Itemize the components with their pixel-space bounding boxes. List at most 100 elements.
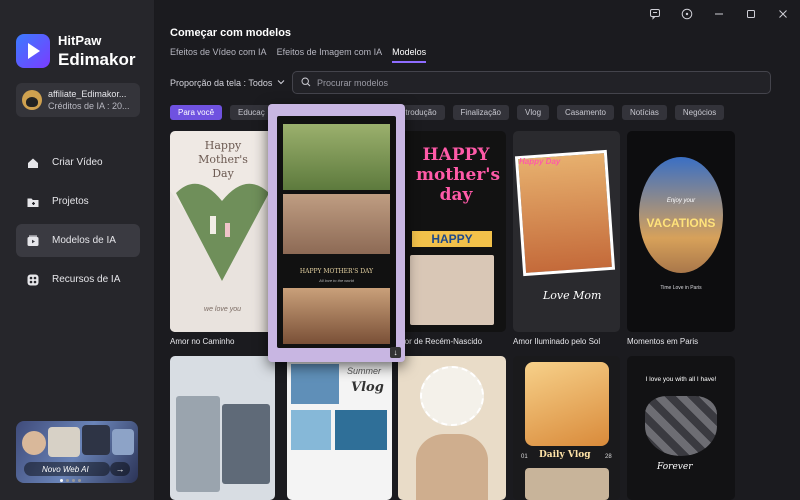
card-overlay-subtitle: Forever <box>657 462 693 472</box>
app-logo-icon <box>16 34 50 69</box>
minimize-icon[interactable] <box>710 6 728 22</box>
card-overlay-title: Summer <box>347 366 382 376</box>
chip-finalizacao[interactable]: Finalização <box>452 105 509 120</box>
tab-bar: Efeitos de Vídeo com IA Efeitos de Image… <box>170 47 427 63</box>
maximize-icon[interactable] <box>742 6 760 22</box>
template-card-recem-nascido[interactable]: HAPPY mother's day HAPPY <box>398 131 506 332</box>
avatar <box>22 90 42 110</box>
account-name: affiliate_Edimakor... <box>48 89 127 99</box>
template-thumbnail <box>283 288 390 344</box>
brand-name-line1: HitPaw <box>58 33 102 48</box>
sidebar-item-label: Projetos <box>52 196 89 207</box>
promo-label: Novo Web AI <box>24 462 110 476</box>
template-preview-hover[interactable]: HAPPY MOTHER'S DAY All love to the world… <box>268 104 405 362</box>
info-icon[interactable] <box>678 6 696 22</box>
template-thumbnail <box>291 364 339 404</box>
sidebar-item-projetos[interactable]: Projetos <box>16 185 140 218</box>
card-overlay-title: VACATIONS <box>646 216 716 230</box>
template-thumbnail <box>291 410 331 450</box>
card-overlay-caption: All love to the world <box>319 278 354 283</box>
card-overlay-title: Happy Mother's Day <box>198 139 248 180</box>
promo-thumbnail <box>82 425 110 455</box>
template-card-row2-3[interactable] <box>398 356 506 500</box>
chip-noticias[interactable]: Notícias <box>621 105 667 120</box>
ai-credits: Créditos de IA : 20... <box>48 101 130 111</box>
chevron-down-icon <box>277 78 285 88</box>
template-card-forever[interactable]: I love you with all I have! Forever <box>627 356 735 500</box>
template-thumbnail <box>283 194 390 254</box>
template-thumbnail <box>416 434 488 500</box>
ai-features-icon <box>26 273 40 287</box>
card-overlay-banner: HAPPY MOTHER'S DAY <box>299 268 374 275</box>
chip-para-voce[interactable]: Para você <box>170 105 223 120</box>
chip-educacao[interactable]: Educaç <box>230 105 273 120</box>
sidebar-nav: Criar Vídeo Projetos Modelos de IA Recur… <box>16 146 140 302</box>
template-title: Amor Iluminado pelo Sol <box>513 337 601 346</box>
download-icon[interactable]: ↓ <box>390 347 401 358</box>
search-icon <box>301 74 311 92</box>
promo-banner[interactable]: Novo Web AI → <box>16 421 138 483</box>
template-card-row2-1[interactable] <box>170 356 275 500</box>
card-overlay-subtitle: Love Mom <box>543 289 602 302</box>
template-thumbnail <box>176 396 220 492</box>
aspect-ratio-label: Proporção da tela : Todos <box>170 78 273 88</box>
feedback-icon[interactable] <box>646 6 664 22</box>
promo-thumbnail <box>22 431 46 455</box>
card-overlay-title: I love you with all I have! <box>645 376 717 383</box>
template-title: Amor no Caminho <box>170 337 235 346</box>
template-card-summer-vlog[interactable]: Summer Vlog <box>287 356 392 500</box>
card-overlay-title: Happy Day <box>519 157 561 166</box>
promo-thumbnail <box>112 429 134 455</box>
template-thumbnail <box>514 149 616 277</box>
template-card-amor-iluminado[interactable]: Happy Day Love Mom <box>513 131 620 332</box>
promo-thumbnail <box>48 427 80 457</box>
aspect-ratio-dropdown[interactable]: Proporção da tela : Todos <box>170 78 285 88</box>
card-overlay-subtitle: Time Love in Paris <box>660 285 702 291</box>
tab-efeitos-de-imagem[interactable]: Efeitos de Imagem com IA <box>277 47 383 63</box>
sidebar-item-recursos-de-ia[interactable]: Recursos de IA <box>16 263 140 296</box>
card-overlay-banner: HAPPY <box>412 231 492 247</box>
search-box[interactable] <box>292 71 771 94</box>
card-overlay-small: Enjoy your <box>666 198 696 204</box>
folder-icon <box>26 195 40 209</box>
template-preview-frame: HAPPY MOTHER'S DAY All love to the world <box>277 116 396 348</box>
sidebar: HitPaw Edimakor affiliate_Edimakor... Cr… <box>0 0 155 500</box>
window-controls <box>646 6 792 22</box>
tab-modelos[interactable]: Modelos <box>392 47 427 63</box>
tab-efeitos-de-video[interactable]: Efeitos de Vídeo com IA <box>170 47 267 63</box>
template-thumbnail <box>283 124 390 190</box>
category-chips: Para você Educaç Introdução Finalização … <box>170 105 725 120</box>
promo-arrow-button[interactable]: → <box>110 462 130 476</box>
template-thumbnail <box>420 366 484 426</box>
sidebar-item-label: Criar Vídeo <box>52 157 103 168</box>
template-thumbnail <box>410 255 494 325</box>
chip-negocios[interactable]: Negócios <box>674 105 725 120</box>
template-icon <box>26 234 40 248</box>
template-card-amor-no-caminho[interactable]: Happy Mother's Day we love you <box>170 131 275 332</box>
sidebar-item-label: Modelos de IA <box>52 235 116 246</box>
promo-pagination <box>60 479 81 482</box>
page-title: Começar com modelos <box>170 27 292 39</box>
sidebar-item-label: Recursos de IA <box>52 274 121 285</box>
template-card-momentos-em-paris[interactable]: Enjoy your VACATIONS Time Love in Paris <box>627 131 735 332</box>
brand-name-line2: Edimakor <box>58 49 136 69</box>
card-overlay-subtitle: Vlog <box>351 380 384 395</box>
template-thumbnail <box>222 404 270 484</box>
template-thumbnail <box>639 157 723 273</box>
template-title: mor de Recém-Nascido <box>398 337 483 346</box>
brand: HitPaw Edimakor <box>16 33 136 69</box>
template-title: Momentos em Paris <box>627 337 699 346</box>
chip-vlog[interactable]: Vlog <box>517 105 550 120</box>
card-overlay-title: HAPPY mother's day <box>416 145 501 205</box>
account-panel[interactable]: affiliate_Edimakor... Créditos de IA : 2… <box>16 83 140 117</box>
search-input[interactable] <box>317 77 737 88</box>
template-thumbnail <box>335 410 387 450</box>
template-thumbnail <box>525 468 609 500</box>
close-icon[interactable] <box>774 6 792 22</box>
sidebar-item-modelos-de-ia[interactable]: Modelos de IA <box>16 224 140 257</box>
card-overlay-left: 01 <box>521 454 528 460</box>
card-overlay-subtitle: we love you <box>204 306 241 313</box>
sidebar-item-criar-video[interactable]: Criar Vídeo <box>16 146 140 179</box>
chip-casamento[interactable]: Casamento <box>557 105 614 120</box>
template-card-daily-vlog[interactable]: 01 Daily Vlog 28 <box>513 356 620 500</box>
